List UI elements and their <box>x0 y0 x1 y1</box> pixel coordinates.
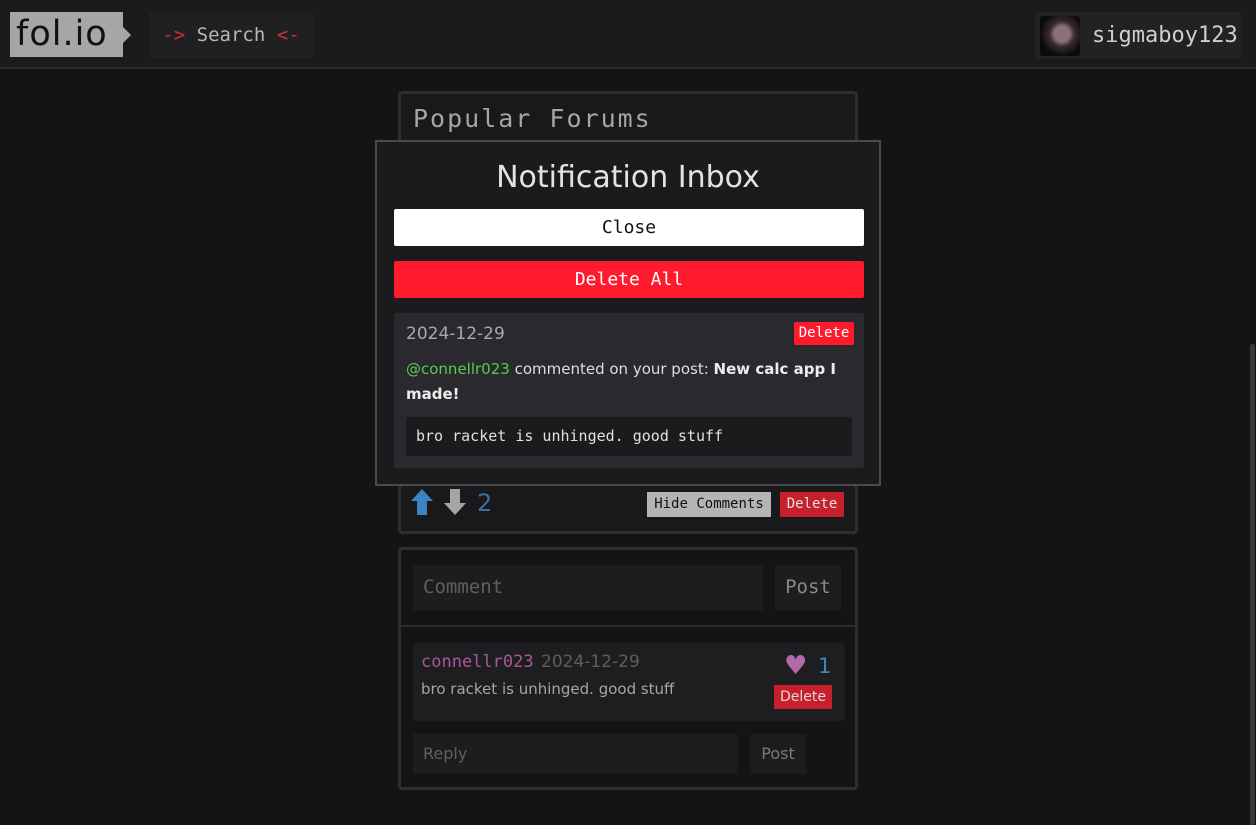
vote-row: 2 <box>411 489 492 517</box>
notification-item: 2024-12-29 Delete @connellr023 commented… <box>394 313 864 468</box>
reply-post-button[interactable]: Post <box>750 734 806 774</box>
notification-inbox-modal: Notification Inbox Close Delete All 2024… <box>375 140 881 486</box>
modal-title: Notification Inbox <box>496 160 760 195</box>
notification-message: @connellr023 commented on your post: New… <box>406 357 846 407</box>
comment-post-button[interactable]: Post <box>775 565 841 610</box>
divider <box>401 625 855 627</box>
card-title: Popular Forums <box>413 104 652 133</box>
downvote-icon[interactable] <box>444 489 466 517</box>
hide-comments-button[interactable]: Hide Comments <box>647 492 771 517</box>
search-label: Search <box>196 24 266 46</box>
comment-date: 2024-12-29 <box>541 652 640 672</box>
like-count: 1 <box>818 654 832 678</box>
logo[interactable]: fol.io <box>10 12 131 57</box>
delete-all-button[interactable]: Delete All <box>394 261 864 298</box>
search-arrow-left: -> <box>162 24 186 46</box>
avatar <box>1040 15 1080 56</box>
close-button[interactable]: Close <box>394 209 864 246</box>
comment-item: connellr023 2024-12-29 bro racket is unh… <box>413 643 845 721</box>
post-delete-button[interactable]: Delete <box>780 492 844 517</box>
comment-delete-button[interactable]: Delete <box>774 685 832 709</box>
user-menu[interactable]: sigmaboy123 <box>1035 12 1241 59</box>
notification-action: commented on your post: <box>509 360 714 378</box>
upvote-icon[interactable] <box>411 489 433 517</box>
comment-input[interactable]: Comment <box>413 565 763 610</box>
comments-section: Comment Post connellr023 2024-12-29 bro … <box>398 547 858 790</box>
notification-quote: bro racket is unhinged. good stuff <box>406 417 852 456</box>
search-arrow-right: <- <box>276 24 300 46</box>
comment-text: bro racket is unhinged. good stuff <box>421 680 675 698</box>
notification-delete-button[interactable]: Delete <box>794 322 854 345</box>
comment-author[interactable]: connellr023 <box>421 652 534 672</box>
scrollbar[interactable] <box>1250 344 1255 825</box>
search-button[interactable]: -> Search <- <box>149 12 313 58</box>
vote-count: 2 <box>477 489 493 517</box>
username: sigmaboy123 <box>1092 23 1238 48</box>
heart-icon[interactable]: ♥ <box>784 653 810 679</box>
notification-date: 2024-12-29 <box>406 324 505 344</box>
top-nav: fol.io -> Search <- sigmaboy123 <box>0 0 1256 69</box>
mention-user[interactable]: @connellr023 <box>406 360 510 378</box>
reply-input[interactable]: Reply <box>413 734 738 774</box>
